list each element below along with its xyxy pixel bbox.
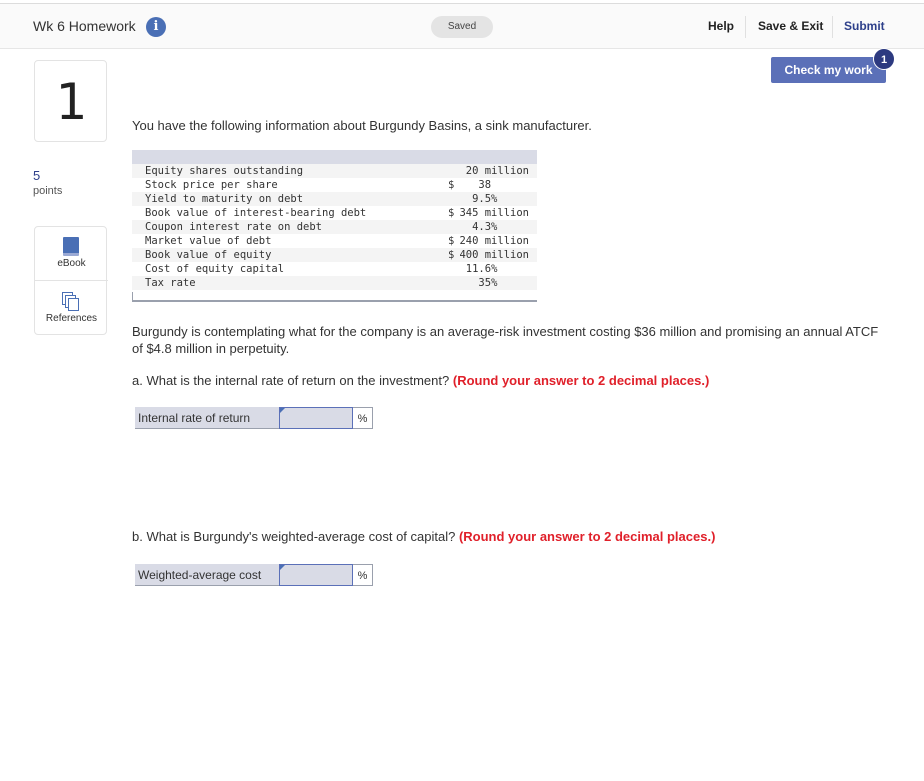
row-label: Yield to maturity on debt bbox=[145, 193, 304, 205]
row-value: 35% bbox=[478, 277, 529, 289]
book-icon bbox=[63, 237, 79, 256]
points-label: points bbox=[33, 185, 63, 197]
save-exit-link[interactable]: Save & Exit bbox=[758, 19, 823, 33]
question-number-box: 1 bbox=[34, 60, 107, 142]
row-value: 4.3% bbox=[472, 221, 529, 233]
saved-status-badge: Saved bbox=[431, 16, 493, 38]
row-label: Tax rate bbox=[145, 277, 196, 289]
row-value: 345 million bbox=[459, 207, 529, 219]
flag-icon bbox=[280, 408, 285, 413]
part-b-hint: (Round your answer to 2 decimal places.) bbox=[458, 529, 716, 544]
table-row: Equity shares outstanding 20 million bbox=[132, 164, 537, 178]
flag-icon bbox=[280, 565, 285, 570]
part-b-question-text: b. What is Burgundy's weighted-average c… bbox=[132, 529, 456, 544]
copy-icon bbox=[62, 292, 80, 311]
part-b-question: b. What is Burgundy's weighted-average c… bbox=[132, 528, 892, 545]
row-value: 11.6% bbox=[465, 263, 529, 275]
row-label: Coupon interest rate on debt bbox=[145, 221, 323, 233]
nav-divider bbox=[745, 16, 746, 38]
row-label: Book value of interest-bearing debt bbox=[145, 207, 367, 219]
row-label: Cost of equity capital bbox=[145, 263, 285, 275]
table-row: Yield to maturity on debt 9.5% bbox=[132, 192, 537, 206]
top-bar: Wk 6 Homework i Saved Help Save & Exit S… bbox=[0, 3, 924, 49]
references-label: References bbox=[45, 313, 98, 324]
check-my-work-button[interactable]: Check my work bbox=[771, 57, 886, 83]
row-label: Stock price per share bbox=[145, 179, 278, 191]
wacc-label: Weighted-average cost bbox=[135, 564, 280, 586]
question-number: 1 bbox=[55, 73, 88, 131]
intro-text: You have the following information about… bbox=[132, 118, 592, 133]
table-row: Stock price per share $38 bbox=[132, 178, 537, 192]
ebook-button[interactable]: eBook bbox=[35, 227, 108, 281]
part-a-hint: (Round your answer to 2 decimal places.) bbox=[452, 373, 710, 388]
row-label: Market value of debt bbox=[145, 235, 272, 247]
table-row: Market value of debt $240 million bbox=[132, 234, 537, 248]
irr-label: Internal rate of return bbox=[135, 407, 280, 429]
row-currency: $ bbox=[448, 249, 455, 261]
wacc-input[interactable] bbox=[279, 564, 353, 586]
row-label: Equity shares outstanding bbox=[145, 165, 304, 177]
row-value: 240 million bbox=[459, 235, 529, 247]
table-body: Equity shares outstanding 20 million Stock… bbox=[132, 164, 537, 290]
row-label: Book value of equity bbox=[145, 249, 272, 261]
row-currency: $ bbox=[448, 207, 455, 219]
percent-unit: % bbox=[353, 564, 373, 586]
row-value: 20 million bbox=[465, 165, 529, 177]
table-footer bbox=[132, 292, 537, 302]
row-value: 38 bbox=[478, 179, 529, 191]
table-row: Tax rate 35% bbox=[132, 276, 537, 290]
table-row: Book value of equity $400 million bbox=[132, 248, 537, 262]
check-attempts-badge: 1 bbox=[873, 48, 895, 70]
company-data-table: Equity shares outstanding 20 million Stock… bbox=[132, 150, 537, 302]
ebook-label: eBook bbox=[57, 258, 86, 269]
row-currency: $ bbox=[448, 235, 455, 247]
points-value: 5 bbox=[33, 168, 41, 183]
submit-link[interactable]: Submit bbox=[844, 19, 885, 33]
assignment-title: Wk 6 Homework bbox=[33, 18, 136, 34]
side-tools-panel: eBook References bbox=[34, 226, 108, 336]
row-currency: $ bbox=[448, 179, 455, 191]
references-button[interactable]: References bbox=[35, 282, 108, 336]
row-value: 9.5% bbox=[472, 193, 529, 205]
scenario-text: Burgundy is contemplating what for the c… bbox=[132, 324, 879, 356]
table-row: Coupon interest rate on debt 4.3% bbox=[132, 220, 537, 234]
info-icon[interactable]: i bbox=[146, 17, 166, 37]
row-value: 400 million bbox=[459, 249, 529, 261]
part-a-question: a. What is the internal rate of return o… bbox=[132, 372, 892, 389]
part-a-question-text: a. What is the internal rate of return o… bbox=[132, 373, 450, 388]
irr-input[interactable] bbox=[279, 407, 353, 429]
table-row: Book value of interest-bearing debt $345 … bbox=[132, 206, 537, 220]
help-link[interactable]: Help bbox=[708, 19, 734, 33]
percent-unit: % bbox=[353, 407, 373, 429]
table-header bbox=[132, 150, 537, 164]
nav-divider bbox=[832, 16, 833, 38]
table-row: Cost of equity capital 11.6% bbox=[132, 262, 537, 276]
